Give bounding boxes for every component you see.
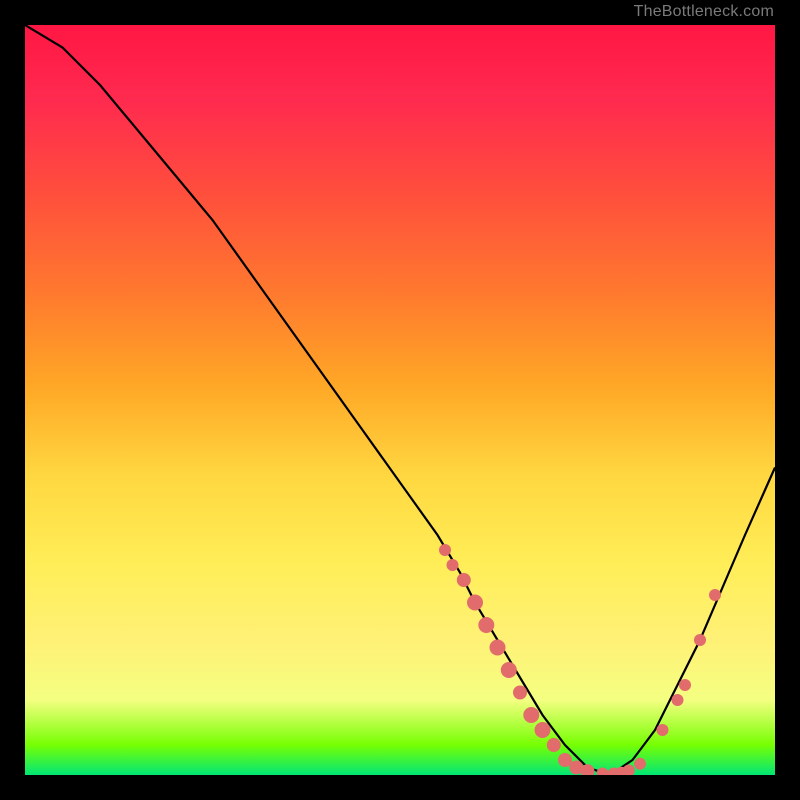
curve-marker xyxy=(634,758,646,770)
curve-marker xyxy=(457,573,471,587)
curve-marker xyxy=(657,724,669,736)
curve-marker xyxy=(547,738,561,752)
attribution-text: TheBottleneck.com xyxy=(634,4,774,20)
curve-marker xyxy=(535,722,551,738)
curve-marker xyxy=(490,640,506,656)
chart-overlay xyxy=(25,25,775,775)
curve-marker xyxy=(513,686,527,700)
bottleneck-curve xyxy=(25,25,775,775)
curve-marker xyxy=(439,544,451,556)
curve-marker xyxy=(523,707,539,723)
curve-markers xyxy=(439,544,721,775)
curve-marker xyxy=(447,559,459,571)
curve-marker xyxy=(672,694,684,706)
curve-marker xyxy=(694,634,706,646)
curve-marker xyxy=(679,679,691,691)
curve-marker xyxy=(467,595,483,611)
curve-marker xyxy=(478,617,494,633)
curve-marker xyxy=(501,662,517,678)
curve-marker xyxy=(597,768,609,776)
curve-marker xyxy=(709,589,721,601)
